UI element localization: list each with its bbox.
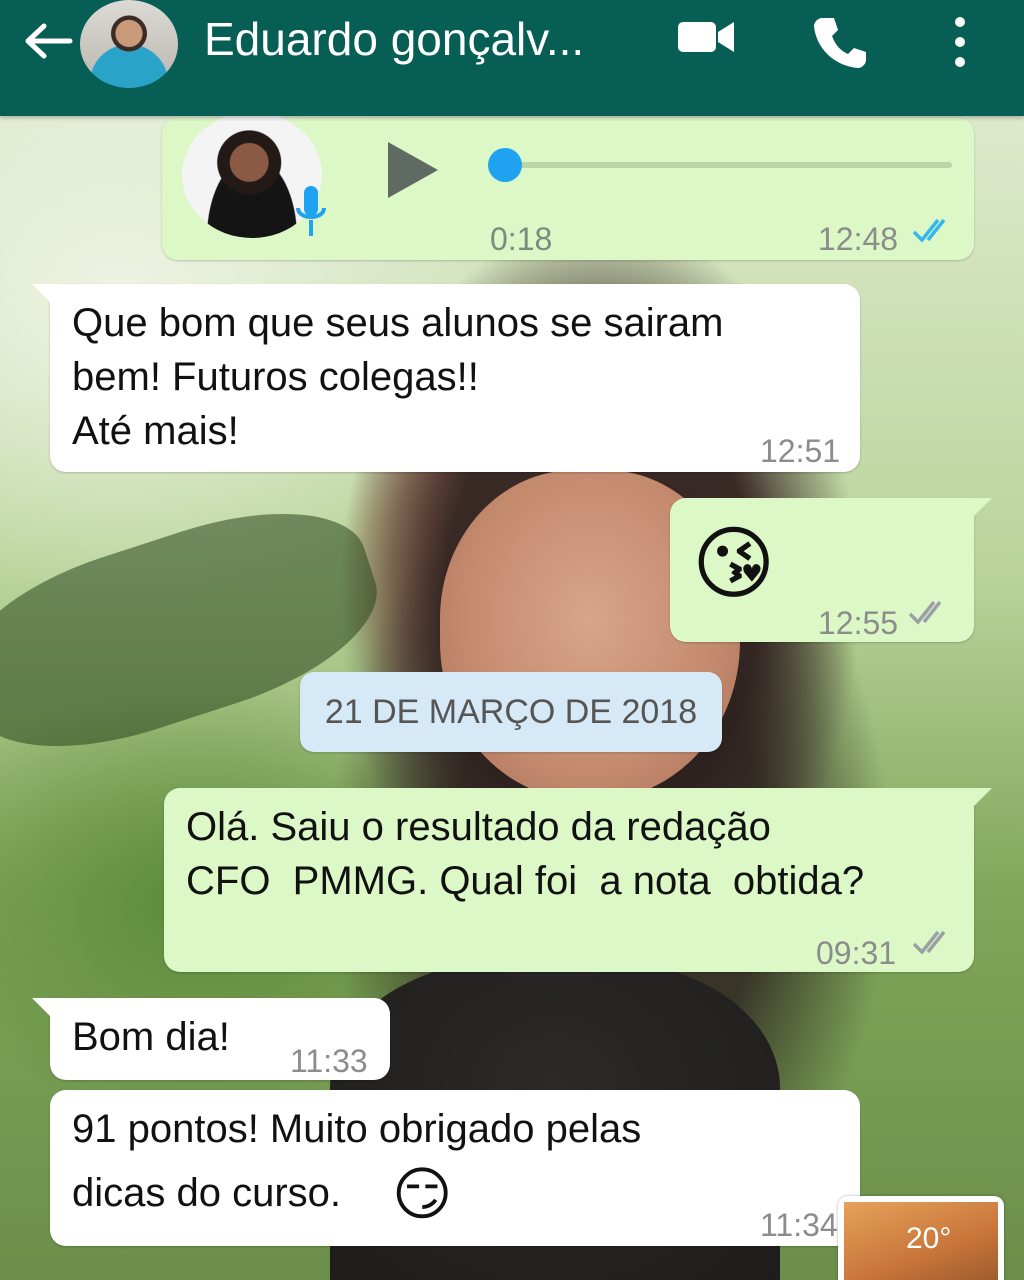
incoming-message[interactable]: Bom dia! 11:33: [32, 998, 390, 1080]
bubble-tail: [32, 284, 54, 306]
message-time: 12:48: [818, 221, 899, 257]
kiss-emoji: 😘: [692, 519, 776, 608]
delivered-ticks-icon: [908, 600, 942, 625]
message-time: 11:34: [760, 1207, 838, 1243]
message-text-line: CFO PMMG. Qual foi a nota obtida?: [186, 859, 865, 903]
outgoing-message[interactable]: 😘 12:55: [670, 498, 992, 642]
message-text-line: 91 pontos! Muito obrigado pelas: [72, 1107, 642, 1151]
bubble-tail: [970, 498, 992, 520]
incoming-message[interactable]: 91 pontos! Muito obrigado pelas dicas do…: [50, 1090, 860, 1246]
voice-duration: 0:18: [490, 221, 553, 257]
back-arrow-icon[interactable]: [20, 18, 76, 64]
screenshot-thumbnail[interactable]: 20°: [838, 1196, 1004, 1280]
message-text-line: Que bom que seus alunos se sairam: [72, 301, 724, 345]
video-call-icon[interactable]: [676, 14, 736, 60]
audio-progress-track[interactable]: [502, 162, 952, 168]
phone-call-icon[interactable]: [812, 14, 868, 70]
chat-header: Eduardo gonçalv...: [0, 0, 1024, 116]
delivered-ticks-icon: [912, 930, 946, 955]
microphone-icon: [296, 186, 326, 236]
audio-seek-knob[interactable]: [488, 148, 522, 182]
message-time: 11:33: [290, 1043, 368, 1079]
smirk-emoji: 😏: [392, 1162, 453, 1227]
contact-name[interactable]: Eduardo gonçalv...: [204, 12, 584, 66]
incoming-message[interactable]: Que bom que seus alunos se sairam bem! F…: [32, 284, 860, 472]
play-icon[interactable]: [384, 140, 440, 200]
bubble-tail: [970, 788, 992, 810]
thumbnail-wallpaper: 20°: [844, 1202, 998, 1280]
message-time: 12:51: [760, 433, 841, 469]
message-text-line: bem! Futuros colegas!!: [72, 355, 479, 399]
message-text-line: Até mais!: [72, 409, 239, 453]
more-options-icon[interactable]: [948, 14, 972, 70]
message-text-line: Olá. Saiu o resultado da redação: [186, 805, 771, 849]
message-text-line: dicas do curso.: [72, 1171, 342, 1215]
voice-message-bubble[interactable]: 0:18 12:48: [162, 112, 974, 260]
date-separator: 21 DE MARÇO DE 2018: [300, 672, 722, 752]
bubble-tail: [32, 998, 54, 1020]
contact-avatar[interactable]: [80, 0, 178, 88]
thumbnail-temperature: 20°: [906, 1222, 952, 1255]
message-time: 09:31: [816, 935, 897, 971]
read-ticks-icon: [912, 218, 946, 243]
outgoing-message[interactable]: Olá. Saiu o resultado da redação CFO PMM…: [164, 788, 992, 972]
message-text: Bom dia!: [72, 1015, 230, 1059]
message-time: 12:55: [818, 605, 899, 641]
